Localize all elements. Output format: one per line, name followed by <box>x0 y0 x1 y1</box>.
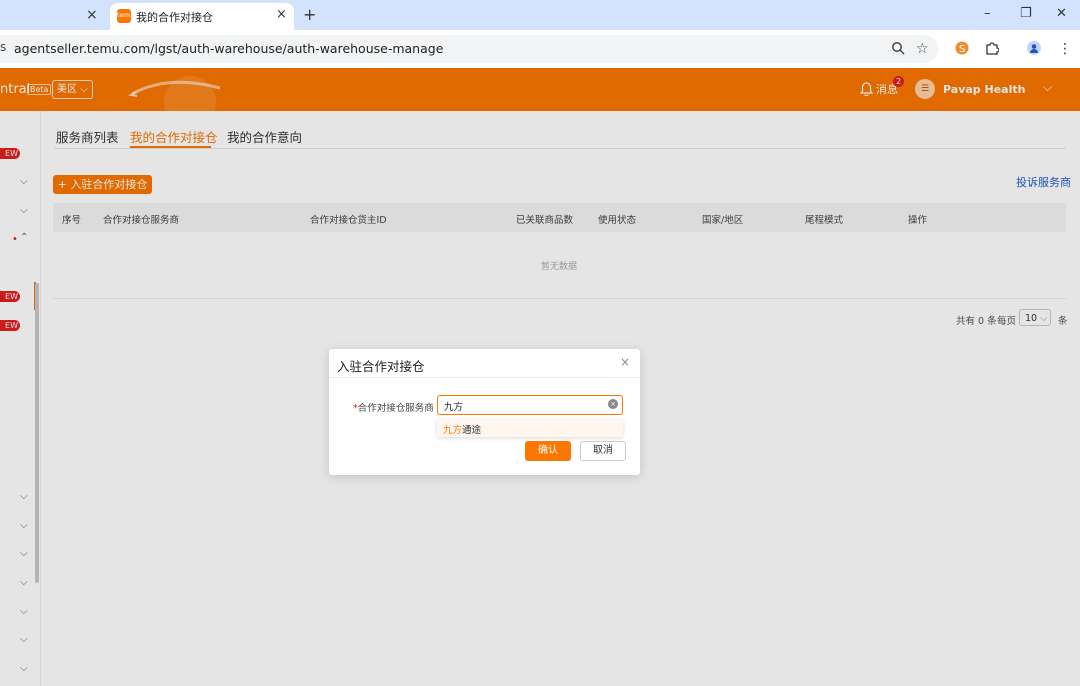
new-tab-button[interactable]: + <box>303 5 316 24</box>
clear-input-icon[interactable]: × <box>608 399 618 409</box>
modal-divider <box>329 377 640 378</box>
browser-tab-active[interactable]: temu 我的合作对接仓 × <box>110 3 294 30</box>
suggestion-text: 九方通途 <box>443 422 481 436</box>
svg-text:S: S <box>959 44 965 55</box>
browser-toolbar: s agentseller.temu.com/lgst/auth-warehou… <box>0 30 1080 68</box>
confirm-button[interactable]: 确认 <box>525 441 571 461</box>
provider-suggestion-item[interactable]: 九方通途 <box>437 419 623 437</box>
provider-field-label: *合作对接仓服务商 <box>353 400 434 414</box>
suggestion-highlight: 九方 <box>443 425 463 436</box>
modal-title: 入驻合作对接仓 <box>337 359 425 374</box>
browser-tab-strip: × temu 我的合作对接仓 × + – ❐ ✕ <box>0 0 1080 30</box>
address-bar[interactable]: s agentseller.temu.com/lgst/auth-warehou… <box>0 35 938 63</box>
provider-input-value: 九方 <box>444 402 464 413</box>
zoom-icon[interactable] <box>891 41 905 59</box>
restore-button[interactable]: ❐ <box>1020 6 1032 21</box>
cancel-button[interactable]: 取消 <box>580 441 626 461</box>
suggestion-rest: 通途 <box>462 425 482 436</box>
url-text[interactable]: agentseller.temu.com/lgst/auth-warehouse… <box>14 41 443 56</box>
join-warehouse-modal: 入驻合作对接仓 × *合作对接仓服务商 九方 × 九方通途 确认 取消 <box>329 349 640 475</box>
kebab-menu-icon[interactable]: ⋮ <box>1058 41 1072 57</box>
minimize-button[interactable]: – <box>984 6 991 21</box>
previous-tab-close-icon[interactable]: × <box>86 7 98 23</box>
bookmark-star-icon[interactable]: ☆ <box>916 41 929 57</box>
puzzle-icon[interactable] <box>985 41 1000 59</box>
browser-tab-title: 我的合作对接仓 <box>136 11 213 24</box>
provider-search-input[interactable]: 九方 × <box>437 395 623 415</box>
modal-mask-header <box>0 68 1080 111</box>
close-icon[interactable]: × <box>620 355 630 369</box>
window-close-button[interactable]: ✕ <box>1056 6 1067 21</box>
temu-favicon-icon: temu <box>117 9 133 23</box>
tab-close-icon[interactable]: × <box>276 7 287 22</box>
profile-icon[interactable] <box>1027 41 1041 59</box>
site-info-fragment: s <box>0 40 7 54</box>
provider-field-label-text: 合作对接仓服务商 <box>357 403 434 414</box>
extension-s-icon[interactable]: S <box>955 41 969 59</box>
